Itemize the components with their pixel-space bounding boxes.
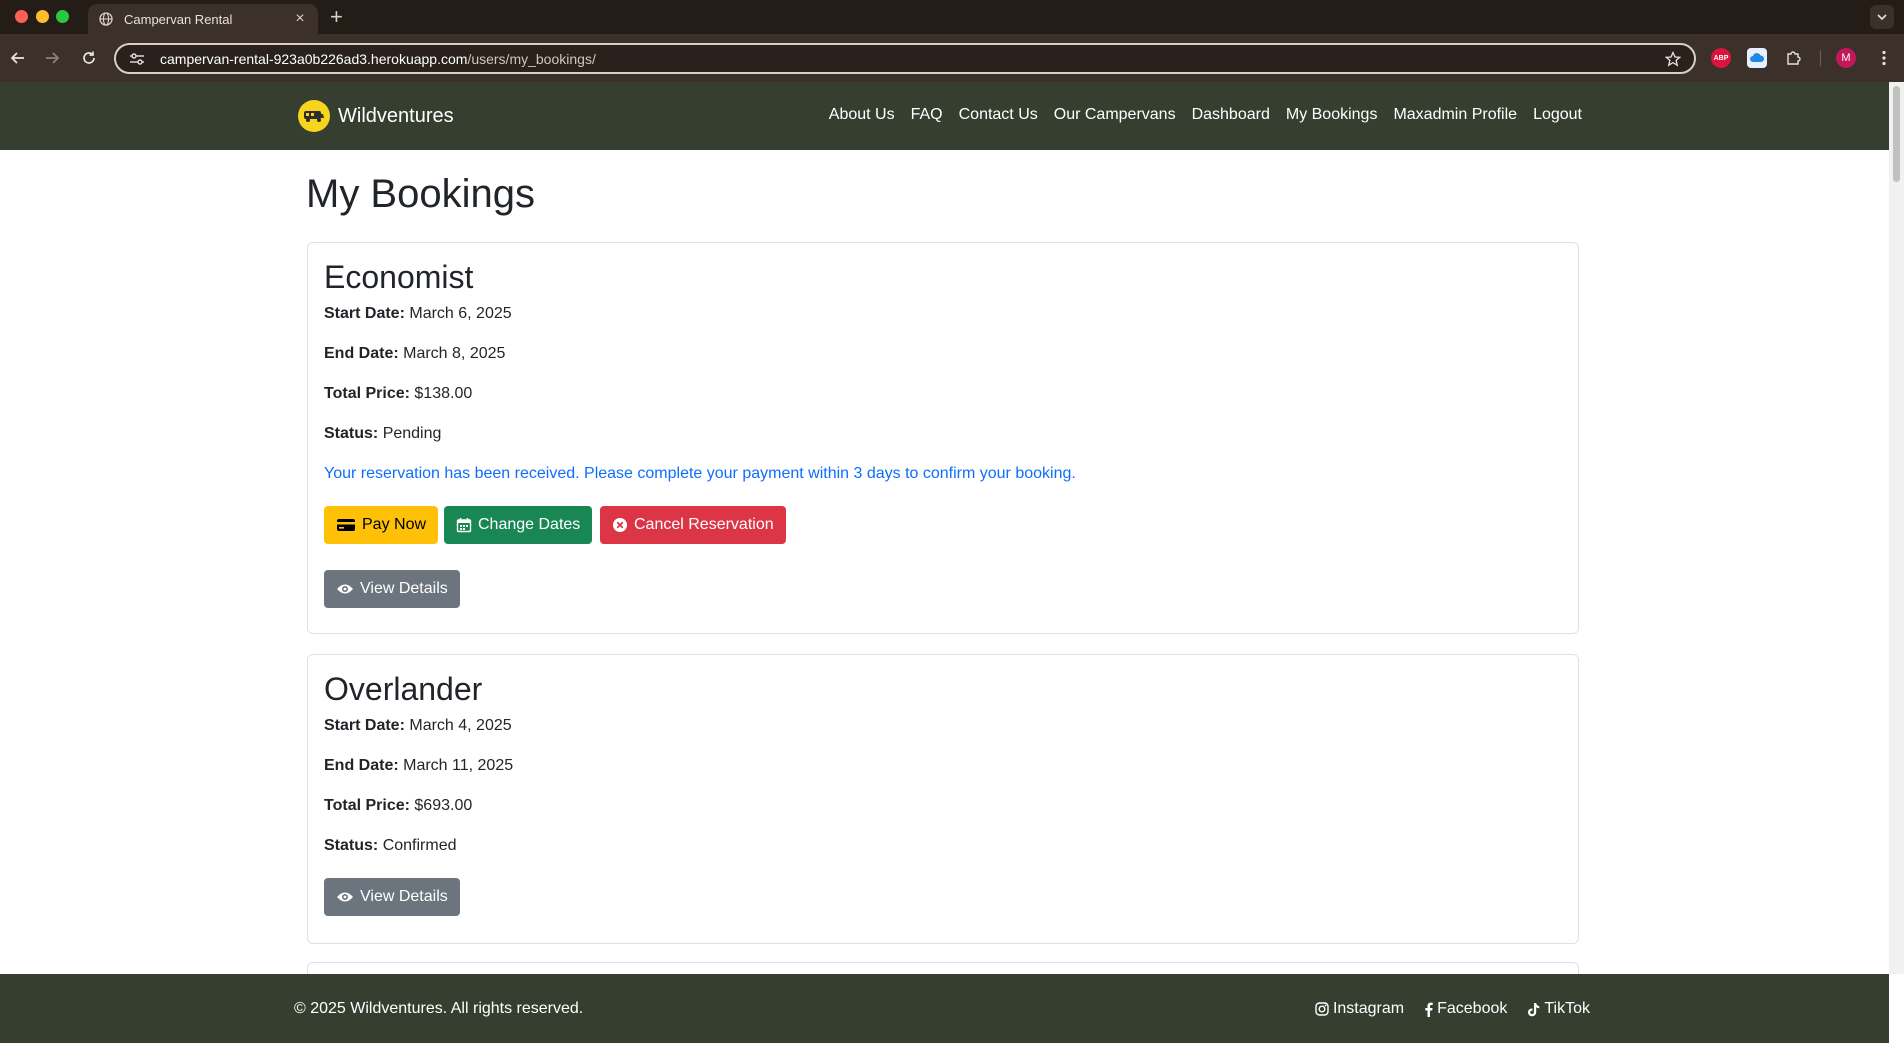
- arrow-right-icon: [46, 52, 60, 64]
- instagram-icon: [1315, 1002, 1329, 1016]
- nav-our-campervans[interactable]: Our Campervans: [1054, 106, 1176, 124]
- calendar-icon: [456, 518, 472, 533]
- browser-tab-bar: Campervan Rental × +: [0, 0, 1904, 34]
- scrollbar-thumb[interactable]: [1893, 86, 1900, 182]
- status-row: Status: Pending: [324, 425, 442, 442]
- address-bar[interactable]: campervan-rental-923a0b226ad3.herokuapp.…: [114, 43, 1696, 74]
- circle-x-icon: [613, 518, 627, 532]
- booking-card: Economist Start Date: March 6, 2025 End …: [307, 242, 1579, 634]
- profile-avatar[interactable]: M: [1836, 48, 1856, 68]
- adblock-plus-icon[interactable]: ABP: [1711, 48, 1731, 68]
- end-date-row: End Date: March 11, 2025: [324, 757, 514, 774]
- main-content: My Bookings Economist Start Date: March …: [0, 150, 1889, 974]
- tab-title: Campervan Rental: [124, 11, 233, 27]
- eye-icon: [337, 584, 353, 594]
- start-date-row: Start Date: March 4, 2025: [324, 717, 512, 734]
- bookmark-star-icon[interactable]: [1664, 50, 1682, 68]
- site-navbar: Wildventures About Us FAQ Contact Us Our…: [0, 82, 1889, 150]
- booking-card: [307, 962, 1579, 974]
- site-footer: © 2025 Wildventures. All rights reserved…: [0, 974, 1889, 1043]
- tiktok-link[interactable]: TikTok: [1527, 1000, 1590, 1018]
- nav-my-bookings[interactable]: My Bookings: [1286, 106, 1378, 124]
- reload-icon: [83, 51, 95, 64]
- cloud-extension-icon[interactable]: [1747, 48, 1767, 68]
- copyright-text: © 2025 Wildventures. All rights reserved…: [294, 1000, 584, 1017]
- status-value: Pending: [382, 425, 442, 442]
- booking-card: Overlander Start Date: March 4, 2025 End…: [307, 654, 1579, 944]
- forward-button[interactable]: [40, 46, 64, 70]
- nav-contact-us[interactable]: Contact Us: [959, 106, 1038, 124]
- main-nav: About Us FAQ Contact Us Our Campervans D…: [813, 106, 1582, 124]
- social-links: Instagram Facebook TikTok: [1295, 1000, 1590, 1018]
- brand-link[interactable]: Wildventures: [298, 100, 454, 132]
- tiktok-icon: [1528, 1002, 1540, 1016]
- page-title: My Bookings: [306, 172, 535, 216]
- facebook-icon: [1425, 1002, 1433, 1017]
- close-window-button[interactable]: [15, 10, 28, 23]
- view-details-button[interactable]: View Details: [324, 878, 460, 916]
- status-row: Status: Confirmed: [324, 837, 457, 854]
- browser-tab[interactable]: Campervan Rental ×: [88, 4, 318, 34]
- url-text: campervan-rental-923a0b226ad3.herokuapp.…: [160, 50, 596, 67]
- campervan-logo-icon: [298, 100, 330, 132]
- facebook-link[interactable]: Facebook: [1424, 1000, 1507, 1018]
- payment-notice: Your reservation has been received. Plea…: [324, 465, 1076, 482]
- nav-faq[interactable]: FAQ: [911, 106, 943, 124]
- credit-card-icon: [337, 519, 355, 531]
- nav-profile[interactable]: Maxadmin Profile: [1393, 106, 1517, 124]
- globe-icon: [98, 11, 114, 27]
- total-price-row: Total Price: $693.00: [324, 797, 473, 814]
- campervan-name: Overlander: [324, 671, 483, 707]
- page-scrollbar[interactable]: [1889, 82, 1904, 974]
- brand-name: Wildventures: [338, 104, 454, 127]
- maximize-window-button[interactable]: [56, 10, 69, 23]
- extensions-puzzle-icon[interactable]: [1783, 48, 1803, 68]
- minimize-window-button[interactable]: [36, 10, 49, 23]
- status-value: Confirmed: [382, 837, 457, 854]
- browser-toolbar: campervan-rental-923a0b226ad3.herokuapp.…: [0, 34, 1904, 82]
- nav-logout[interactable]: Logout: [1533, 106, 1582, 124]
- nav-dashboard[interactable]: Dashboard: [1192, 106, 1270, 124]
- end-date-row: End Date: March 8, 2025: [324, 345, 506, 362]
- total-price-row: Total Price: $138.00: [324, 385, 473, 402]
- reload-button[interactable]: [77, 46, 101, 70]
- chevron-down-icon: [1877, 14, 1887, 21]
- close-tab-icon[interactable]: ×: [292, 10, 308, 28]
- nav-about-us[interactable]: About Us: [829, 106, 895, 124]
- change-dates-button[interactable]: Change Dates: [444, 506, 593, 544]
- back-button[interactable]: [6, 46, 30, 70]
- browser-menu-icon[interactable]: [1874, 48, 1894, 68]
- campervan-name: Economist: [324, 259, 474, 295]
- site-settings-icon[interactable]: [128, 50, 146, 68]
- start-date-row: Start Date: March 6, 2025: [324, 305, 512, 322]
- instagram-link[interactable]: Instagram: [1315, 1000, 1404, 1018]
- cancel-reservation-button[interactable]: Cancel Reservation: [600, 506, 786, 544]
- pay-now-button[interactable]: Pay Now: [324, 506, 439, 544]
- view-details-button[interactable]: View Details: [324, 570, 460, 608]
- toolbar-divider: [1820, 50, 1821, 66]
- arrow-left-icon: [10, 52, 24, 64]
- tab-search-button[interactable]: [1870, 5, 1894, 29]
- eye-icon: [337, 892, 353, 902]
- new-tab-button[interactable]: +: [330, 5, 343, 29]
